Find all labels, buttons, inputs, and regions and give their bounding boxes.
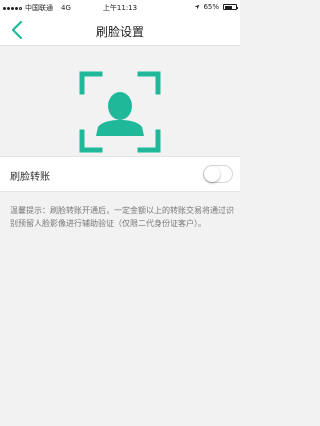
page-title: 刷脸设置 [95, 25, 144, 39]
battery-fill [225, 6, 232, 9]
nav-bar: 刷脸设置 [0, 14, 240, 46]
location-arrow-icon [195, 4, 200, 10]
face-scan-icon [79, 71, 161, 153]
battery-icon [223, 4, 238, 10]
toggle-knob [204, 166, 220, 182]
face-transfer-setting-row: 刷脸转账 [0, 156, 240, 192]
hero-area [0, 46, 240, 170]
battery-percent: 65% [203, 3, 219, 11]
status-bar: 中国联通 4G 上午11:13 65% [0, 0, 240, 14]
face-transfer-label: 刷脸转账 [10, 172, 50, 183]
face-transfer-toggle[interactable] [203, 165, 233, 183]
status-right: 65% [194, 3, 238, 11]
warm-tip-text: 温馨提示：刷脸转账开通后，一定金额以上的转账交易将通过识别预留人脸影像进行辅助验… [10, 206, 234, 228]
